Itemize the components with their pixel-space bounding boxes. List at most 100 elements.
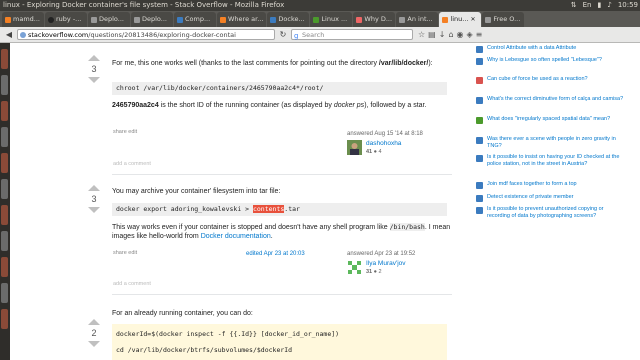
launcher-app-icon[interactable] — [1, 257, 8, 277]
answer-divider — [112, 294, 452, 295]
github-favicon-icon — [48, 16, 54, 23]
downvote-icon[interactable] — [88, 207, 100, 213]
download-icon[interactable]: ↓ — [439, 30, 446, 39]
downvote-icon[interactable] — [88, 341, 100, 347]
tab[interactable]: Free O... — [482, 12, 525, 27]
site-icon — [476, 207, 483, 214]
post-menu: share edit — [113, 250, 137, 256]
site-identity-icon[interactable] — [20, 32, 26, 38]
answered-date: answered Apr 23 at 19:52 — [347, 251, 416, 257]
launcher-app-icon[interactable] — [1, 231, 8, 251]
tab-bar: mamd... ruby -... Deplo... Deplo... Comp… — [0, 11, 640, 27]
page-favicon-icon — [177, 16, 183, 23]
page-favicon-icon — [485, 16, 492, 23]
url-host: stackoverflow.com — [28, 31, 89, 39]
tab[interactable]: mamd... — [2, 12, 44, 27]
tab[interactable]: Deplo... — [88, 12, 130, 27]
edited-date[interactable]: edited Apr 23 at 20:03 — [246, 251, 305, 257]
docker-documentation-link[interactable]: Docker documentation — [201, 233, 271, 240]
share-link[interactable]: share — [113, 129, 127, 135]
sidebar-question[interactable]: Is it possible to prevent unauthorized c… — [476, 206, 627, 220]
address-bar[interactable]: stackoverflow.com/questions/20813486/exp… — [17, 29, 275, 40]
bookmark-star-icon[interactable]: ☆ — [418, 30, 425, 39]
tab[interactable]: An int... — [396, 12, 439, 27]
upvote-icon[interactable] — [88, 319, 100, 325]
edit-link[interactable]: edit — [128, 129, 137, 135]
site-icon — [476, 155, 483, 162]
answer-text: You may archive your container' filesyst… — [112, 188, 281, 195]
launcher-app-icon[interactable] — [1, 101, 8, 121]
vote-controls: 3 — [79, 55, 109, 83]
unity-launcher — [0, 43, 10, 360]
share-link[interactable]: share — [113, 250, 127, 256]
search-input[interactable]: g Search — [291, 29, 413, 40]
tab[interactable]: Why D... — [353, 12, 396, 27]
clock[interactable]: 10:59 — [618, 0, 638, 11]
keyboard-icon[interactable]: En — [583, 0, 592, 11]
sidebar-question[interactable]: Is it possible to insist on having your … — [476, 154, 627, 168]
reload-icon[interactable]: ↻ — [278, 30, 288, 40]
sidebar-question[interactable]: Can cube of force be used as a reaction? — [476, 76, 627, 84]
launcher-app-icon[interactable] — [1, 49, 8, 69]
page-favicon-icon — [313, 16, 320, 23]
answer-divider — [112, 174, 452, 175]
tab[interactable]: ruby -... — [45, 12, 87, 27]
launcher-app-icon[interactable] — [1, 179, 8, 199]
add-comment-link[interactable]: add a comment — [113, 281, 151, 287]
sidebar-question[interactable]: Was there ever a scene with people in ze… — [476, 136, 627, 150]
launcher-app-icon[interactable] — [1, 153, 8, 173]
sidebar-question[interactable]: Join mdf faces together to form a top — [476, 181, 627, 189]
network-icon[interactable]: ⇅ — [571, 0, 577, 11]
page-favicon-icon — [356, 16, 363, 23]
post-menu: share edit — [113, 129, 137, 135]
bookmarks-icon[interactable]: ▤ — [428, 30, 436, 39]
avatar[interactable] — [347, 140, 362, 155]
site-icon — [476, 46, 483, 53]
site-icon — [476, 137, 483, 144]
code-block: docker export adoring_kowalevski > conte… — [112, 203, 447, 216]
tab[interactable]: Linux ... — [310, 12, 353, 27]
home-icon[interactable]: ⌂ — [448, 30, 453, 39]
sidebar-question[interactable]: Why is Lebesgue so often spelled "Lebesq… — [476, 57, 627, 65]
upvote-icon[interactable] — [88, 185, 100, 191]
menu-icon[interactable]: ≡ — [476, 30, 483, 39]
stackoverflow-favicon-icon — [5, 16, 11, 23]
tab[interactable]: Where ar... — [217, 12, 267, 27]
site-icon — [476, 195, 483, 202]
tab[interactable]: Comp... — [174, 12, 216, 27]
sidebar-question[interactable]: Detect existence of private member — [476, 194, 627, 202]
page-favicon-icon — [399, 16, 406, 23]
tab[interactable]: Docke... — [267, 12, 310, 27]
launcher-app-icon[interactable] — [1, 75, 8, 95]
stackoverflow-favicon-icon — [220, 16, 226, 23]
battery-icon[interactable]: ▮ — [597, 0, 601, 11]
addon-icon[interactable]: ◉ — [457, 30, 464, 39]
launcher-app-icon[interactable] — [1, 127, 8, 147]
window-title: linux - Exploring Docker container's fil… — [3, 1, 285, 9]
launcher-app-icon[interactable] — [1, 309, 8, 329]
user-name[interactable]: Ilya Murav'jov — [366, 260, 406, 267]
user-name[interactable]: dashohoxha — [366, 140, 401, 147]
tab[interactable]: Deplo... — [131, 12, 173, 27]
docker-favicon-icon — [270, 16, 277, 23]
upvote-icon[interactable] — [88, 55, 100, 61]
sidebar-question[interactable]: What's the correct diminutive form of ca… — [476, 96, 627, 104]
answer-text: For an already running container, you ca… — [112, 310, 253, 317]
downvote-icon[interactable] — [88, 77, 100, 83]
close-tab-icon[interactable]: ✕ — [470, 12, 475, 27]
tab-active[interactable]: linu... ✕ — [439, 12, 482, 27]
user-reputation: 41 ● 4 — [366, 149, 382, 155]
sidebar-question[interactable]: Control Attribute with a data Attribute — [476, 45, 627, 53]
launcher-app-icon[interactable] — [1, 205, 8, 225]
add-comment-link[interactable]: add a comment — [113, 161, 151, 167]
avatar[interactable] — [347, 260, 362, 275]
site-icon — [476, 77, 483, 84]
volume-icon[interactable]: ♪ — [607, 0, 611, 11]
launcher-app-icon[interactable] — [1, 283, 8, 303]
edit-link[interactable]: edit — [128, 250, 137, 256]
page-content: 3 For me, this one works well (thanks to… — [10, 43, 640, 360]
back-icon[interactable]: ◀ — [4, 30, 14, 40]
sidebar-question[interactable]: What does "irregularly spaced spatial da… — [476, 116, 627, 124]
addon-icon[interactable]: ◈ — [467, 30, 473, 39]
code-block: dockerId=$(docker inspect -f {{.Id}} [do… — [112, 324, 447, 360]
